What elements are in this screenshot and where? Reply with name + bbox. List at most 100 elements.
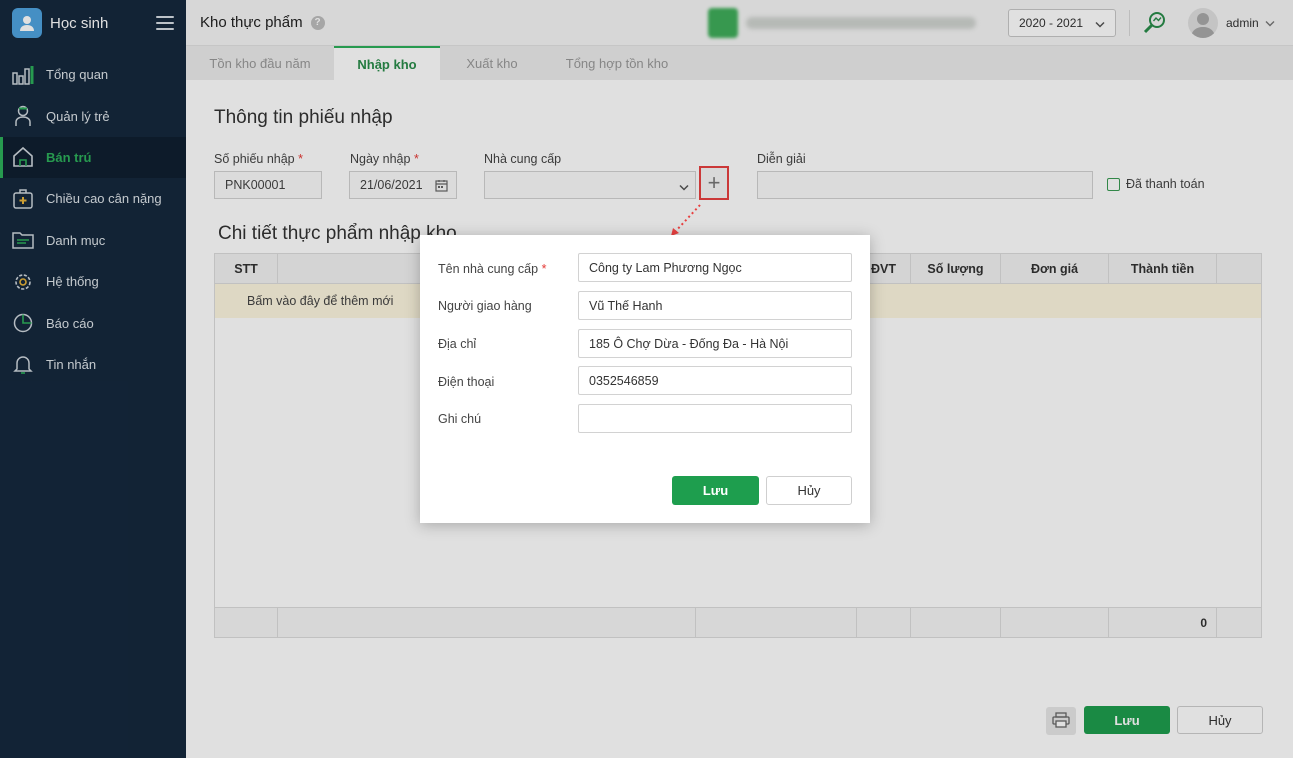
school-year-value: 2020 - 2021 — [1019, 16, 1084, 30]
footer-cell — [857, 608, 911, 637]
app-title: Học sinh — [50, 14, 109, 32]
health-kit-icon — [12, 188, 34, 210]
deliverer-label: Người giao hàng — [438, 299, 532, 313]
paid-label: Đã thanh toán — [1126, 177, 1205, 191]
sidebar-item-messages[interactable]: Tin nhắn — [0, 344, 186, 385]
receipt-no-label: Số phiếu nhập * — [214, 152, 303, 166]
sidebar-item-label: Bán trú — [46, 149, 92, 165]
user-name: admin — [1226, 16, 1259, 30]
sidebar-item-system[interactable]: Hệ thống — [0, 261, 186, 302]
column-header-quantity: Số lượng — [911, 254, 1001, 284]
receipt-no-field[interactable]: PNK00001 — [214, 171, 322, 199]
description-label: Diễn giải — [757, 152, 806, 166]
tab-stock-in[interactable]: Nhập kho — [334, 46, 440, 80]
address-input[interactable]: 185 Ô Chợ Dừa - Đống Đa - Hà Nội — [578, 329, 852, 358]
sidebar-item-overview[interactable]: Tổng quan — [0, 54, 186, 95]
phone-input[interactable]: 0352546859 — [578, 366, 852, 395]
chevron-down-icon — [679, 181, 689, 195]
sidebar-item-label: Quản lý trẻ — [46, 108, 110, 124]
school-logo-icon — [708, 7, 738, 38]
footer-cell — [1001, 608, 1109, 637]
tab-stock-summary[interactable]: Tổng hợp tồn kho — [544, 46, 690, 80]
phone-label: Điện thoại — [438, 375, 495, 389]
deliverer-input[interactable]: Vũ Thế Hanh — [578, 291, 852, 320]
sidebar-item-boarding[interactable]: Bán trú — [0, 136, 186, 179]
sidebar-item-label: Hệ thống — [46, 274, 99, 290]
header-divider — [1129, 10, 1130, 36]
school-name-blurred — [746, 16, 976, 29]
school-year-select[interactable]: 2020 - 2021 — [1008, 9, 1116, 37]
date-field[interactable]: 21/06/2021 — [349, 171, 457, 199]
add-supplier-button[interactable]: + — [699, 166, 729, 200]
dialog-save-button[interactable]: Lưu — [672, 476, 759, 505]
total-amount: 0 — [1200, 615, 1207, 630]
add-supplier-dialog: Tên nhà cung cấp * Công ty Lam Phương Ng… — [420, 235, 870, 523]
printer-icon — [1052, 711, 1070, 731]
child-icon — [12, 105, 34, 127]
sidebar-header: Học sinh — [0, 0, 186, 46]
save-button[interactable]: Lưu — [1084, 706, 1170, 734]
page-title: Kho thực phẩm — [200, 14, 303, 31]
label-text: Tên nhà cung cấp — [438, 262, 539, 276]
avatar — [1188, 8, 1218, 38]
help-icon[interactable]: ? — [310, 15, 325, 30]
chevron-down-icon — [1095, 18, 1105, 32]
sidebar-item-label: Tổng quan — [46, 67, 109, 83]
gear-icon — [12, 271, 34, 293]
footer-cell — [696, 608, 857, 637]
note-input[interactable] — [578, 404, 852, 433]
note-label: Ghi chú — [438, 412, 482, 426]
tab-bar: Tồn kho đầu năm Nhập kho Xuất kho Tổng h… — [186, 46, 1293, 80]
sidebar-nav: Tổng quan Quản lý trẻ Bán trú Chiều cao … — [0, 54, 186, 385]
sidebar-item-label: Danh mục — [46, 232, 106, 248]
tab-opening-stock[interactable]: Tồn kho đầu năm — [186, 46, 334, 80]
date-label: Ngày nhập * — [350, 152, 419, 166]
required-mark: * — [298, 152, 303, 166]
sidebar-item-reports[interactable]: Báo cáo — [0, 302, 186, 343]
calendar-icon[interactable] — [435, 179, 448, 195]
sidebar-item-label: Chiều cao cân nặng — [46, 191, 162, 207]
sidebar-item-height-weight[interactable]: Chiều cao cân nặng — [0, 178, 186, 219]
school-info — [708, 7, 976, 38]
supplier-name-label: Tên nhà cung cấp * — [438, 262, 546, 276]
table-footer: 0 — [215, 607, 1261, 637]
receipt-info-title: Thông tin phiếu nhập — [214, 107, 393, 128]
supplier-select[interactable] — [484, 171, 696, 199]
sidebar: Học sinh Tổng quan Quản lý trẻ Bán trú C… — [0, 0, 186, 758]
student-avatar-icon — [12, 8, 42, 38]
description-field[interactable] — [757, 171, 1093, 199]
hamburger-menu-icon[interactable] — [156, 14, 174, 32]
column-header-amount: Thành tiền — [1109, 254, 1217, 284]
cancel-button[interactable]: Hủy — [1177, 706, 1263, 734]
bell-icon — [12, 353, 34, 375]
column-header-unit-price: Đơn giá — [1001, 254, 1109, 284]
house-icon — [12, 146, 34, 168]
chevron-down-icon — [1265, 16, 1275, 31]
label-text: Ngày nhập — [350, 152, 411, 166]
date-value: 21/06/2021 — [360, 178, 423, 192]
sidebar-item-child-management[interactable]: Quản lý trẻ — [0, 95, 186, 136]
required-mark: * — [413, 152, 419, 166]
top-bar: Kho thực phẩm ? 2020 - 2021 admin — [186, 0, 1293, 46]
required-mark: * — [541, 262, 547, 276]
print-button[interactable] — [1046, 707, 1076, 735]
supplier-name-input[interactable]: Công ty Lam Phương Ngọc — [578, 253, 852, 282]
search-icon[interactable] — [1141, 9, 1169, 37]
tab-stock-out[interactable]: Xuất kho — [440, 46, 544, 80]
footer-cell — [278, 608, 696, 637]
sidebar-item-catalog[interactable]: Danh mục — [0, 220, 186, 261]
folder-icon — [12, 229, 34, 251]
column-header-stt: STT — [215, 254, 278, 284]
paid-checkbox[interactable]: Đã thanh toán — [1107, 177, 1205, 191]
footer-cell — [215, 608, 278, 637]
sidebar-item-label: Tin nhắn — [46, 356, 97, 372]
user-menu[interactable]: admin — [1188, 8, 1275, 38]
supplier-label: Nhà cung cấp — [484, 152, 562, 166]
footer-cell — [911, 608, 1001, 637]
address-label: Địa chỉ — [438, 337, 477, 351]
checkbox-box[interactable] — [1107, 177, 1120, 191]
pie-chart-icon — [12, 312, 34, 334]
label-text: Số phiếu nhập — [214, 152, 295, 166]
dialog-cancel-button[interactable]: Hủy — [766, 476, 852, 505]
pointer-arrow-icon — [671, 204, 701, 236]
